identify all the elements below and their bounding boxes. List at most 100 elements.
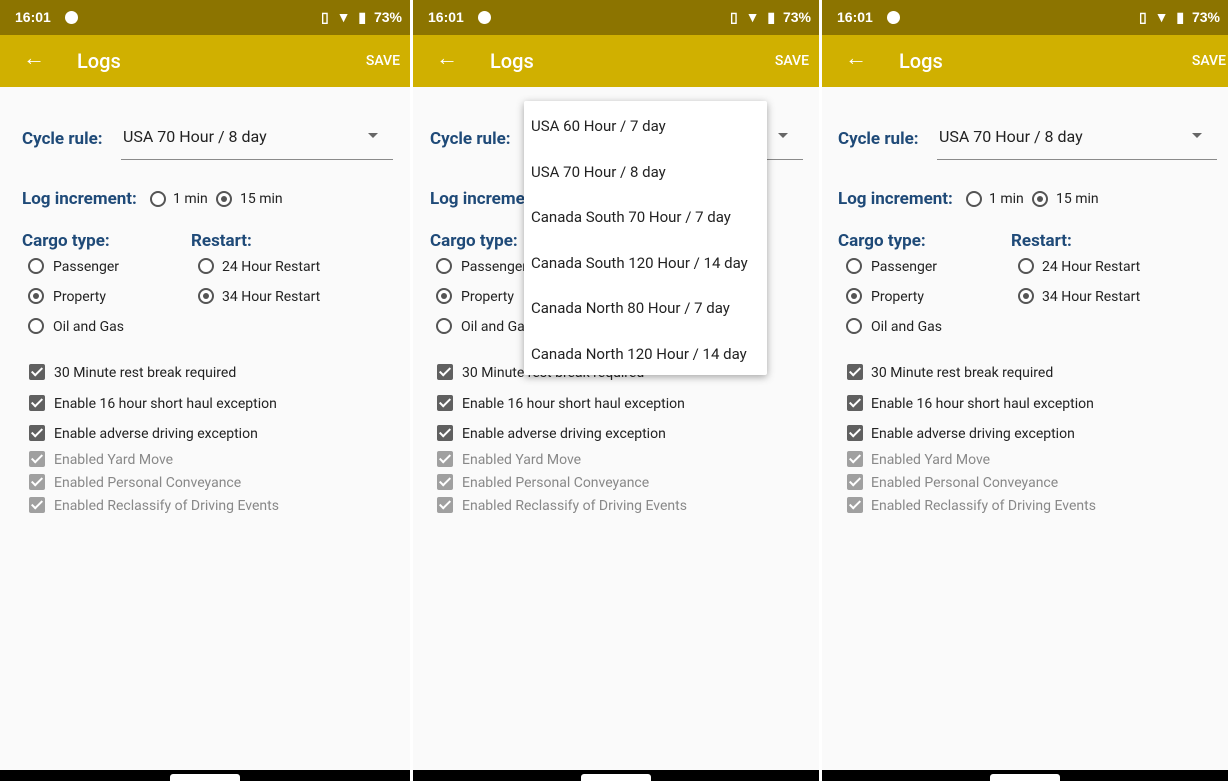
radio-property[interactable] — [28, 288, 44, 304]
checkbox-rest-break[interactable] — [847, 364, 863, 380]
checkbox-reclassify — [437, 497, 453, 513]
cycle-rule-label: Cycle rule: — [22, 129, 103, 149]
radio-15-min[interactable] — [1032, 191, 1048, 207]
notification-icon — [478, 11, 491, 24]
radio-passenger-label: Passenger — [53, 259, 120, 275]
checkbox-reclassify-label: Enabled Reclassify of Driving Events — [54, 498, 279, 514]
cycle-rule-select[interactable]: USA 70 Hour / 8 day — [937, 126, 1217, 160]
status-bar: 16:01 ▯ ▼ ▮ 73% — [0, 0, 410, 35]
cycle-rule-label: Cycle rule: — [430, 129, 511, 149]
radio-passenger-label: Passenger — [461, 259, 528, 275]
app-bar: ← Logs SAVE — [413, 35, 819, 87]
battery-percent: 73% — [1191, 9, 1220, 25]
cycle-rule-dropdown-menu: USA 60 Hour / 7 day USA 70 Hour / 8 day … — [524, 101, 767, 375]
radio-1-min[interactable] — [150, 191, 166, 207]
checkbox-rest-break[interactable] — [29, 364, 45, 380]
radio-34-hour-restart[interactable] — [198, 288, 214, 304]
cargo-type-label: Cargo type: — [430, 231, 518, 251]
radio-passenger[interactable] — [846, 258, 862, 274]
wifi-icon: ▼ — [336, 9, 351, 25]
dropdown-option-canada-north-120[interactable]: Canada North 120 Hour / 14 day — [531, 345, 747, 363]
radio-34-hour-restart[interactable] — [1018, 288, 1034, 304]
radio-oil-and-gas[interactable] — [436, 318, 452, 334]
radio-24-hour-restart-label: 24 Hour Restart — [222, 259, 321, 275]
status-right: ▯ ▼ ▮ 73% — [317, 9, 402, 26]
radio-1-min-label: 1 min — [173, 191, 208, 207]
checkbox-reclassify-label: Enabled Reclassify of Driving Events — [462, 498, 687, 514]
notification-icon — [887, 11, 900, 24]
nav-bar — [0, 770, 410, 781]
checkbox-yard-move — [437, 451, 453, 467]
checkbox-reclassify-label: Enabled Reclassify of Driving Events — [871, 498, 1096, 514]
dropdown-arrow-icon — [368, 133, 378, 138]
dropdown-arrow-icon — [778, 133, 788, 138]
status-bar: 16:01 ▯ ▼ ▮ 73% — [413, 0, 819, 35]
radio-1-min[interactable] — [966, 191, 982, 207]
radio-15-min[interactable] — [216, 191, 232, 207]
radio-passenger[interactable] — [28, 258, 44, 274]
radio-34-hour-restart-label: 34 Hour Restart — [222, 289, 321, 305]
checkbox-yard-move-label: Enabled Yard Move — [871, 452, 991, 468]
dropdown-option-canada-south-120[interactable]: Canada South 120 Hour / 14 day — [531, 254, 748, 272]
vibrate-icon: ▯ — [730, 9, 738, 25]
arrow-left-icon[interactable]: ← — [845, 45, 867, 71]
home-handle[interactable] — [990, 774, 1060, 781]
save-button[interactable]: SAVE — [775, 53, 809, 69]
battery-percent: 73% — [373, 9, 402, 25]
page-title: Logs — [490, 49, 534, 73]
restart-label: Restart: — [1011, 231, 1072, 251]
checkbox-adverse-driving[interactable] — [847, 425, 863, 441]
status-time: 16:01 — [15, 9, 51, 25]
checkbox-reclassify — [847, 497, 863, 513]
home-handle[interactable] — [170, 774, 240, 781]
checkbox-short-haul-label: Enable 16 hour short haul exception — [871, 396, 1094, 412]
checkbox-adverse-driving-label: Enable adverse driving exception — [462, 426, 666, 442]
dropdown-option-usa-60[interactable]: USA 60 Hour / 7 day — [531, 117, 666, 135]
radio-property[interactable] — [846, 288, 862, 304]
radio-34-hour-restart-label: 34 Hour Restart — [1042, 289, 1141, 305]
save-button[interactable]: SAVE — [1192, 53, 1226, 69]
app-bar: ← Logs SAVE — [0, 35, 410, 87]
log-increment-label: Log increment: — [22, 189, 137, 209]
home-handle[interactable] — [581, 774, 651, 781]
dropdown-option-canada-south-70[interactable]: Canada South 70 Hour / 7 day — [531, 208, 731, 226]
vibrate-icon: ▯ — [321, 9, 329, 25]
checkbox-personal-conveyance — [29, 474, 45, 490]
cycle-rule-select[interactable]: USA 70 Hour / 8 day — [121, 126, 393, 160]
status-time: 16:01 — [428, 9, 464, 25]
radio-oil-and-gas-label: Oil and Gas — [461, 319, 533, 335]
checkbox-rest-break-label: 30 Minute rest break required — [54, 365, 237, 381]
radio-passenger[interactable] — [436, 258, 452, 274]
radio-24-hour-restart[interactable] — [198, 258, 214, 274]
save-button[interactable]: SAVE — [366, 53, 400, 69]
radio-property-label: Property — [461, 289, 514, 305]
logs-screen-1: 16:01 ▯ ▼ ▮ 73% ← Logs SAVE Cycle rule: … — [0, 0, 410, 781]
checkbox-adverse-driving[interactable] — [437, 425, 453, 441]
dropdown-option-usa-70[interactable]: USA 70 Hour / 8 day — [531, 163, 666, 181]
cargo-type-label: Cargo type: — [22, 231, 110, 251]
vibrate-icon: ▯ — [1139, 9, 1147, 25]
cargo-type-label: Cargo type: — [838, 231, 926, 251]
cycle-rule-value: USA 70 Hour / 8 day — [123, 127, 267, 146]
checkbox-short-haul[interactable] — [847, 395, 863, 411]
checkbox-adverse-driving[interactable] — [29, 425, 45, 441]
arrow-left-icon[interactable]: ← — [436, 45, 458, 71]
page-title: Logs — [77, 49, 121, 73]
page-title: Logs — [899, 49, 943, 73]
checkbox-personal-conveyance — [437, 474, 453, 490]
checkbox-short-haul[interactable] — [29, 395, 45, 411]
checkbox-adverse-driving-label: Enable adverse driving exception — [54, 426, 258, 442]
checkbox-rest-break[interactable] — [437, 364, 453, 380]
radio-24-hour-restart[interactable] — [1018, 258, 1034, 274]
radio-oil-and-gas-label: Oil and Gas — [53, 319, 125, 335]
checkbox-personal-conveyance-label: Enabled Personal Conveyance — [871, 475, 1059, 491]
radio-oil-and-gas[interactable] — [846, 318, 862, 334]
radio-oil-and-gas[interactable] — [28, 318, 44, 334]
status-time: 16:01 — [837, 9, 873, 25]
battery-icon: ▮ — [358, 9, 367, 25]
logs-screen-3: 16:01 ▯ ▼ ▮ 73% ← Logs SAVE Cycle rule: … — [822, 0, 1228, 781]
arrow-left-icon[interactable]: ← — [23, 45, 45, 71]
dropdown-option-canada-north-80[interactable]: Canada North 80 Hour / 7 day — [531, 299, 730, 317]
checkbox-short-haul[interactable] — [437, 395, 453, 411]
radio-property[interactable] — [436, 288, 452, 304]
